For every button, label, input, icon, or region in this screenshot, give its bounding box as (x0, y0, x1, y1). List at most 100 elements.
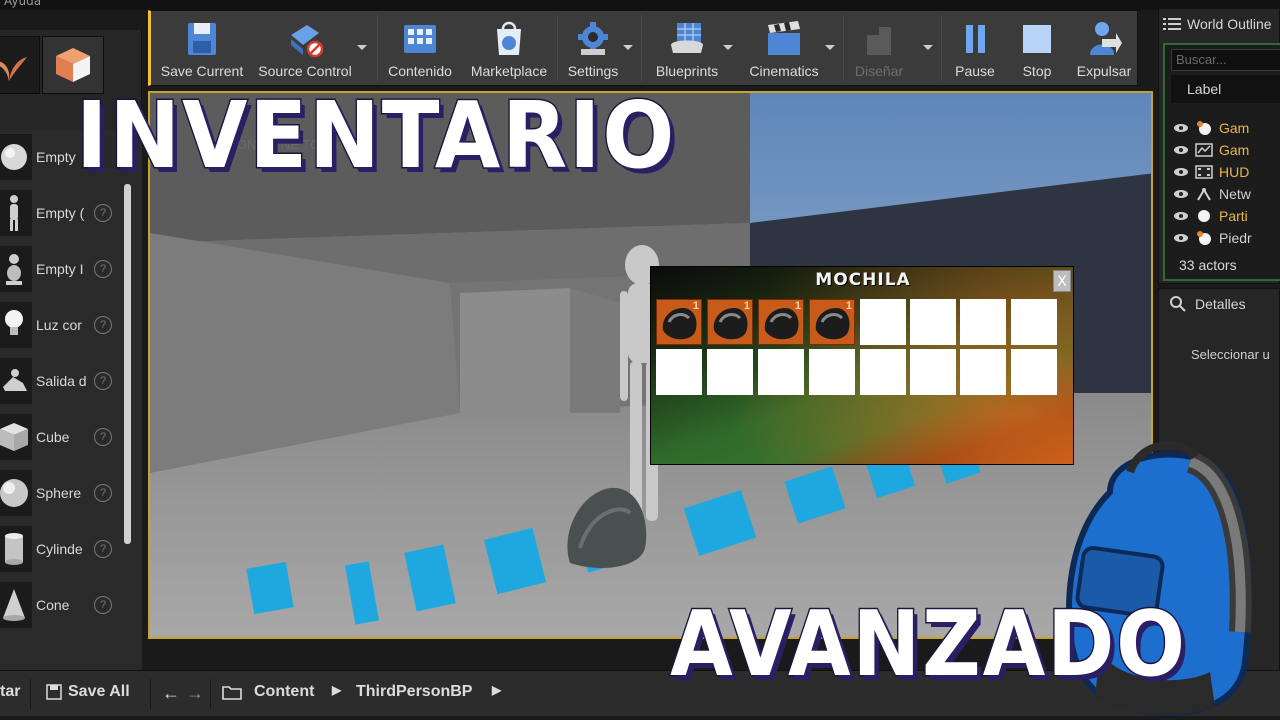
marketplace-button[interactable]: Marketplace (465, 13, 553, 85)
slot-quantity: 1 (743, 300, 750, 312)
breadcrumb-thirdpersonbp[interactable]: ThirdPersonBP (356, 683, 472, 701)
content-button[interactable]: Contenido (385, 13, 455, 85)
menu-bar: Ayuda (0, 0, 1280, 10)
place-item-cone[interactable]: Cone ? (0, 578, 122, 632)
help-icon[interactable]: ? (94, 540, 112, 558)
help-icon[interactable]: ? (94, 484, 112, 502)
tab-world-outliner[interactable]: World Outline (1163, 11, 1272, 37)
sphere-icon (0, 470, 32, 516)
save-all-button[interactable]: Save All (46, 683, 130, 701)
help-icon[interactable]: ? (94, 428, 112, 446)
tab-details[interactable]: Detalles (1163, 291, 1246, 317)
blueprints-button[interactable]: Blueprints (647, 13, 727, 85)
blueprints-dropdown-arrow[interactable] (723, 45, 733, 50)
list-icon (1163, 18, 1181, 30)
help-icon[interactable]: ? (94, 204, 112, 222)
inventory-slot[interactable]: 1 (707, 299, 753, 345)
cinematics-button[interactable]: Cinematics (743, 13, 825, 85)
inventory-slot[interactable] (656, 349, 702, 395)
forward-arrow-icon[interactable]: → (186, 683, 204, 704)
place-item-label: Sphere (36, 485, 82, 501)
cube-icon (0, 414, 32, 460)
toolbar-separator (843, 15, 844, 81)
visibility-eye-icon[interactable] (1173, 123, 1189, 133)
eject-icon (1090, 22, 1122, 55)
character-icon (0, 190, 32, 236)
pawn-icon (0, 246, 32, 292)
content-icon (404, 25, 436, 53)
help-icon[interactable]: ? (94, 260, 112, 278)
outliner-row-label: Parti (1219, 208, 1248, 224)
outliner-row[interactable]: HUD (1171, 161, 1280, 183)
place-item-sphere[interactable]: Sphere ? (0, 466, 122, 520)
settings-icon (578, 22, 608, 55)
eject-button[interactable]: Expulsar (1069, 13, 1139, 85)
inventory-slot[interactable] (860, 349, 906, 395)
help-icon[interactable]: ? (94, 372, 112, 390)
inventory-slot[interactable] (1011, 349, 1057, 395)
cinematics-dropdown-arrow[interactable] (825, 45, 835, 50)
inventory-slot[interactable] (910, 299, 956, 345)
place-item-empty-pawn[interactable]: Empty I ? (0, 242, 122, 296)
build-button[interactable]: Diseñar (849, 13, 909, 85)
visibility-eye-icon[interactable] (1173, 211, 1189, 221)
outliner-row[interactable]: Piedr (1171, 227, 1280, 249)
inventory-slot[interactable] (960, 349, 1006, 395)
outliner-row[interactable]: Netw (1171, 183, 1280, 205)
toolbar-separator (641, 15, 642, 81)
import-button[interactable]: tar (0, 683, 20, 701)
stop-button[interactable]: Stop (1011, 13, 1063, 85)
visibility-eye-icon[interactable] (1173, 145, 1189, 155)
save-current-button[interactable]: Save Current (157, 13, 247, 85)
inventory-slot[interactable] (707, 349, 753, 395)
build-dropdown-arrow[interactable] (923, 45, 933, 50)
scrollbar-thumb[interactable] (124, 184, 131, 544)
inventory-slot[interactable] (809, 349, 855, 395)
outliner-row[interactable]: Gam (1171, 139, 1280, 161)
visibility-eye-icon[interactable] (1173, 233, 1189, 243)
game-state-icon (1195, 143, 1213, 157)
place-item-cube[interactable]: Cube ? (0, 410, 122, 464)
visibility-eye-icon[interactable] (1173, 189, 1189, 199)
inventory-slot[interactable] (910, 349, 956, 395)
place-item-label: Cone (36, 597, 70, 613)
tab-label: World Outline (1187, 16, 1272, 32)
help-icon[interactable]: ? (94, 596, 112, 614)
place-item-empty-character[interactable]: Empty ( ? (0, 186, 122, 240)
toolbar-separator (941, 15, 942, 81)
slot-quantity: 1 (845, 300, 852, 312)
help-icon[interactable]: ? (94, 316, 112, 334)
place-item-point-light[interactable]: Luz cor ? (0, 298, 122, 352)
source-control-dropdown-arrow[interactable] (357, 45, 367, 50)
source-control-button[interactable]: Source Control (255, 13, 355, 85)
outliner-row[interactable]: Parti (1171, 205, 1280, 227)
visibility-eye-icon[interactable] (1173, 167, 1189, 177)
settings-dropdown-arrow[interactable] (623, 45, 633, 50)
inventory-close-button[interactable]: X (1053, 270, 1071, 292)
back-arrow-icon[interactable]: ← (162, 683, 180, 704)
outliner-row[interactable]: Gam (1171, 117, 1280, 139)
column-header-label[interactable]: Label (1171, 75, 1280, 103)
inventory-slot[interactable]: 1 (809, 299, 855, 345)
pause-button[interactable]: Pause (947, 13, 1003, 85)
particle-icon (1198, 210, 1210, 222)
menu-item-help[interactable]: Ayuda (4, 0, 41, 8)
inventory-slot[interactable] (860, 299, 906, 345)
inventory-slot[interactable]: 1 (758, 299, 804, 345)
breadcrumb-label: ThirdPersonBP (356, 683, 473, 700)
save-icon (188, 23, 216, 55)
place-item-cylinder[interactable]: Cylinde ? (0, 522, 122, 576)
outliner-search-input[interactable]: Buscar... (1171, 49, 1280, 71)
inventory-slot[interactable]: 1 (656, 299, 702, 345)
inventory-slot[interactable] (758, 349, 804, 395)
inventory-slot[interactable] (960, 299, 1006, 345)
outliner-row-label: Netw (1219, 186, 1251, 202)
details-hint-text: Seleccionar u (1191, 347, 1270, 362)
settings-button[interactable]: Settings (563, 13, 623, 85)
breadcrumb-content[interactable]: Content (222, 683, 314, 701)
inventory-slot[interactable] (1011, 299, 1057, 345)
blueprints-icon (671, 23, 703, 53)
mode-foliage-button[interactable] (0, 36, 40, 94)
place-item-player-start[interactable]: Salida d ? (0, 354, 122, 408)
toolbar-separator (377, 15, 378, 81)
